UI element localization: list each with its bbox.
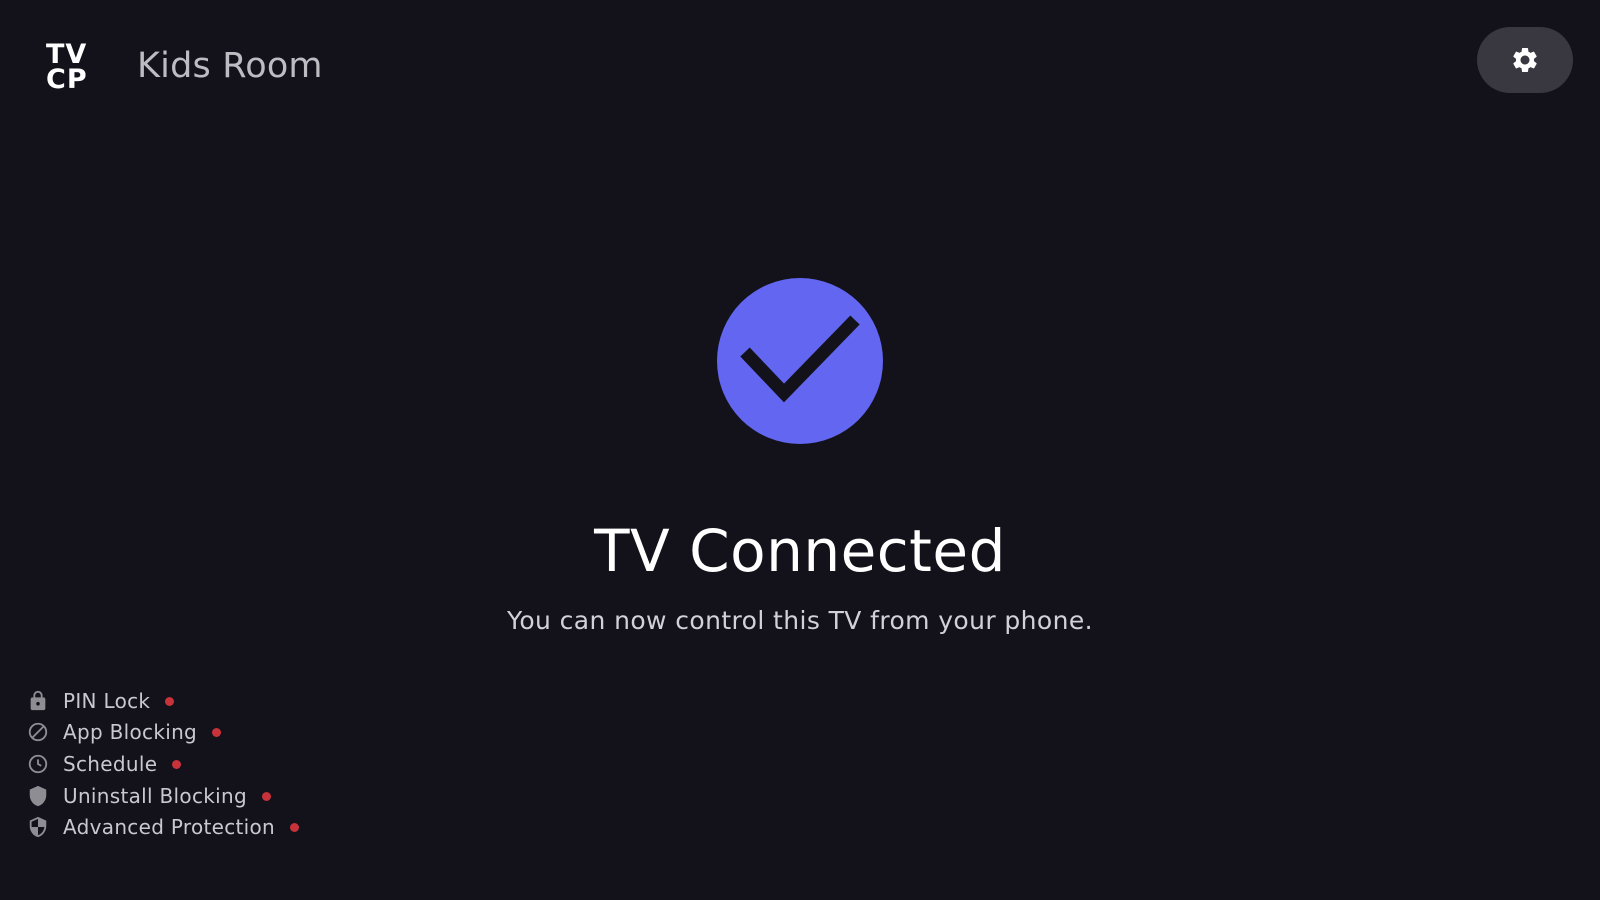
checkmark-circle-icon — [717, 278, 883, 444]
status-dot — [165, 696, 175, 706]
status-dot — [212, 728, 222, 738]
feature-label: Schedule — [63, 751, 158, 776]
block-icon — [27, 721, 49, 743]
feature-label: Uninstall Blocking — [63, 783, 247, 808]
feature-item-app-blocking: App Blocking — [27, 717, 299, 749]
status-dot — [290, 823, 300, 833]
feature-status-list: PIN Lock App Blocking Schedule Uninstall… — [27, 685, 300, 843]
app-logo: TV CP — [46, 41, 98, 95]
feature-item-pin-lock: PIN Lock — [27, 685, 299, 717]
feature-item-schedule: Schedule — [27, 748, 299, 780]
status-dot — [172, 759, 182, 769]
feature-item-uninstall-blocking: Uninstall Blocking — [27, 780, 299, 812]
checkmark-icon — [740, 315, 860, 403]
shield-icon — [27, 785, 49, 807]
gear-icon — [1513, 47, 1537, 72]
logo-line-2: CP — [46, 64, 88, 95]
clock-icon — [27, 753, 49, 775]
feature-label: App Blocking — [63, 720, 198, 745]
lock-icon — [27, 690, 49, 712]
half-shield-icon — [27, 816, 49, 838]
device-name: Kids Room — [137, 46, 323, 86]
settings-button[interactable] — [1477, 27, 1573, 93]
feature-label: PIN Lock — [63, 688, 151, 713]
status-dot — [261, 791, 271, 801]
feature-label: Advanced Protection — [63, 815, 276, 840]
status-subtitle: You can now control this TV from your ph… — [507, 606, 1093, 635]
status-title: TV Connected — [594, 517, 1006, 585]
header: TV CP Kids Room — [0, 0, 1600, 140]
feature-item-advanced-protection: Advanced Protection — [27, 811, 300, 843]
